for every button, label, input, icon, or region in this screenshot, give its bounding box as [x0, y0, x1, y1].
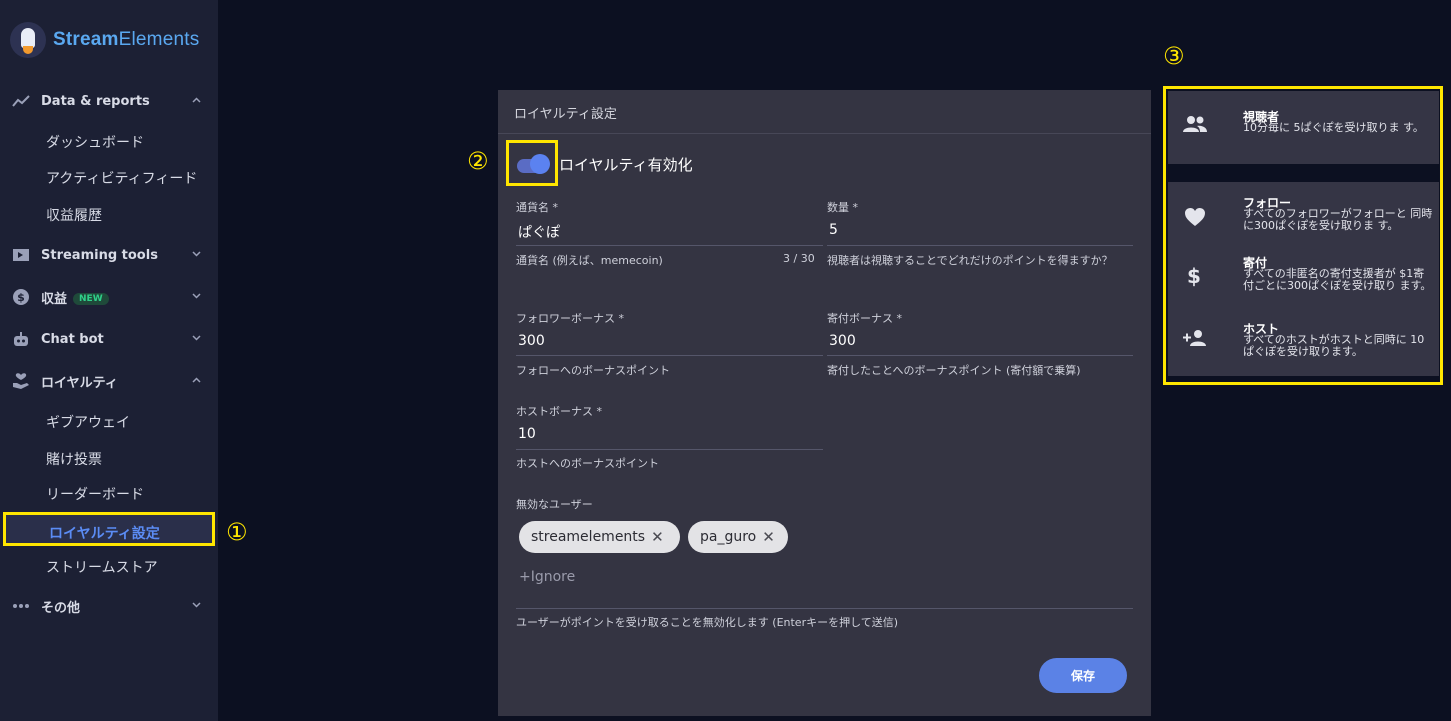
disabled-users-hint: ユーザーがポイントを受け取ることを無効化します (Enterキーを押して送信): [516, 616, 899, 629]
trend-chart-icon: [12, 92, 30, 110]
nav-revenue[interactable]: $ 収益 NEW: [0, 282, 218, 312]
amount-label: 数量 *: [827, 201, 858, 214]
more-dots-icon: [12, 597, 30, 615]
user-chip-label: streamelements: [531, 529, 646, 545]
host-bonus-underline: [516, 449, 823, 450]
sidebar-item-revenue-history[interactable]: 収益履歴: [46, 205, 102, 225]
follower-bonus-hint: フォローへのボーナスポイント: [516, 364, 670, 377]
chevron-down-icon: [192, 602, 201, 610]
sidebar-item-dashboard[interactable]: ダッシュボード: [46, 132, 144, 152]
brand-name: StreamElements: [53, 29, 200, 50]
loyalty-enable-label: ロイヤルティ有効化: [559, 156, 693, 174]
sidebar-item-loyalty-settings[interactable]: ロイヤルティ設定: [3, 512, 215, 546]
card-header: ロイヤルティ設定: [498, 90, 1151, 134]
save-button[interactable]: 保存: [1039, 658, 1127, 693]
brand-logo[interactable]: StreamElements: [10, 20, 199, 60]
sidebar-item-leaderboard[interactable]: リーダーボード: [46, 484, 144, 504]
user-chip: streamelements ✕: [519, 521, 680, 553]
tip-desc: すべての非匿名の寄付支援者が $1寄付ごとに300ぱぐぽを受け取り ます。: [1243, 267, 1432, 292]
follower-bonus-label: フォロワーボーナス *: [516, 312, 624, 325]
toggle-knob: [530, 154, 550, 174]
viewers-desc: 10分毎に 5ぱぐぽを受け取りま す。: [1243, 121, 1424, 134]
host-bonus-label: ホストボーナス *: [516, 405, 602, 418]
annotation-marker-2: ②: [467, 147, 489, 175]
nav-streaming-tools-label: Streaming tools: [41, 247, 158, 263]
dollar-coin-icon: $: [12, 288, 30, 306]
loyalty-enable-toggle[interactable]: [506, 140, 558, 186]
nav-other-label: その他: [41, 600, 81, 616]
sidebar: StreamElements Data & reports ダッシュボード アク…: [0, 0, 218, 721]
sidebar-item-stream-store[interactable]: ストリームストア: [46, 557, 158, 577]
host-bonus-input[interactable]: 10: [518, 426, 536, 442]
currency-name-underline: [516, 245, 823, 246]
sidebar-item-activity-feed[interactable]: アクティビティフィード: [46, 168, 197, 188]
person-add-icon: [1183, 329, 1207, 351]
nav-chat-bot[interactable]: Chat bot: [0, 324, 218, 354]
chevron-up-icon: [192, 377, 201, 385]
robot-icon: [12, 330, 30, 348]
nav-loyalty-label: ロイヤルティ: [41, 375, 118, 391]
nav-chat-bot-label: Chat bot: [41, 331, 104, 347]
currency-name-label: 通貨名 *: [516, 201, 558, 214]
disabled-users-underline: [516, 608, 1133, 609]
remove-chip-icon[interactable]: ✕: [762, 528, 775, 546]
tip-bonus-label: 寄付ボーナス *: [827, 312, 902, 325]
user-chip: pa_guro ✕: [688, 521, 788, 553]
amount-underline: [827, 245, 1133, 246]
chevron-down-icon: [192, 335, 201, 343]
annotation-marker-3: ③: [1163, 42, 1185, 70]
video-library-icon: [12, 246, 30, 264]
dollar-icon: $: [1187, 264, 1201, 288]
host-desc: すべてのホストがホストと同時に 10ぱぐぽを受け取ります。: [1243, 333, 1425, 358]
nav-data-reports-label: Data & reports: [41, 93, 150, 109]
nav-other[interactable]: その他: [0, 591, 218, 621]
nav-streaming-tools[interactable]: Streaming tools: [0, 240, 218, 270]
remove-chip-icon[interactable]: ✕: [651, 528, 664, 546]
new-badge: NEW: [73, 293, 109, 305]
card-title: ロイヤルティ設定: [514, 107, 617, 122]
sidebar-item-giveaway[interactable]: ギブアウェイ: [46, 412, 130, 432]
follower-bonus-input[interactable]: 300: [518, 333, 545, 349]
follow-desc: すべてのフォロワーがフォローと 同時に300ぱぐぽを受け取りま す。: [1243, 207, 1433, 232]
chevron-down-icon: [192, 293, 201, 301]
heart-icon: [1184, 207, 1206, 231]
svg-text:$: $: [17, 291, 25, 304]
rocket-logo-icon: [10, 22, 46, 58]
amount-input[interactable]: 5: [829, 222, 838, 238]
hand-heart-icon: [12, 372, 30, 390]
follower-bonus-underline: [516, 355, 823, 356]
tip-bonus-underline: [827, 355, 1133, 356]
sidebar-item-loyalty-settings-label: ロイヤルティ設定: [49, 526, 160, 542]
sidebar-item-bet-poll[interactable]: 賭け投票: [46, 449, 102, 469]
tip-bonus-input[interactable]: 300: [829, 333, 856, 349]
tip-bonus-hint: 寄付したことへのボーナスポイント (寄付額で乗算): [827, 364, 1081, 377]
currency-name-input[interactable]: ぱぐぽ: [518, 222, 560, 242]
people-icon: [1183, 115, 1207, 137]
amount-hint: 視聴者は視聴することでどれだけのポイントを得ますか？: [827, 254, 1113, 267]
annotation-marker-1: ①: [226, 518, 248, 546]
nav-revenue-label: 収益 NEW: [41, 288, 109, 307]
disabled-users-label: 無効なユーザー: [516, 498, 593, 511]
chevron-up-icon: [192, 97, 201, 105]
currency-name-hint: 通貨名 (例えば、memecoin): [516, 254, 663, 267]
currency-name-counter: 3 / 30: [783, 252, 815, 265]
nav-loyalty[interactable]: ロイヤルティ: [0, 366, 218, 396]
nav-data-reports[interactable]: Data & reports: [0, 86, 218, 116]
ignore-user-input[interactable]: +Ignore: [519, 569, 575, 585]
host-bonus-hint: ホストへのボーナスポイント: [516, 457, 659, 470]
chevron-down-icon: [192, 251, 201, 259]
user-chip-label: pa_guro: [700, 529, 757, 545]
